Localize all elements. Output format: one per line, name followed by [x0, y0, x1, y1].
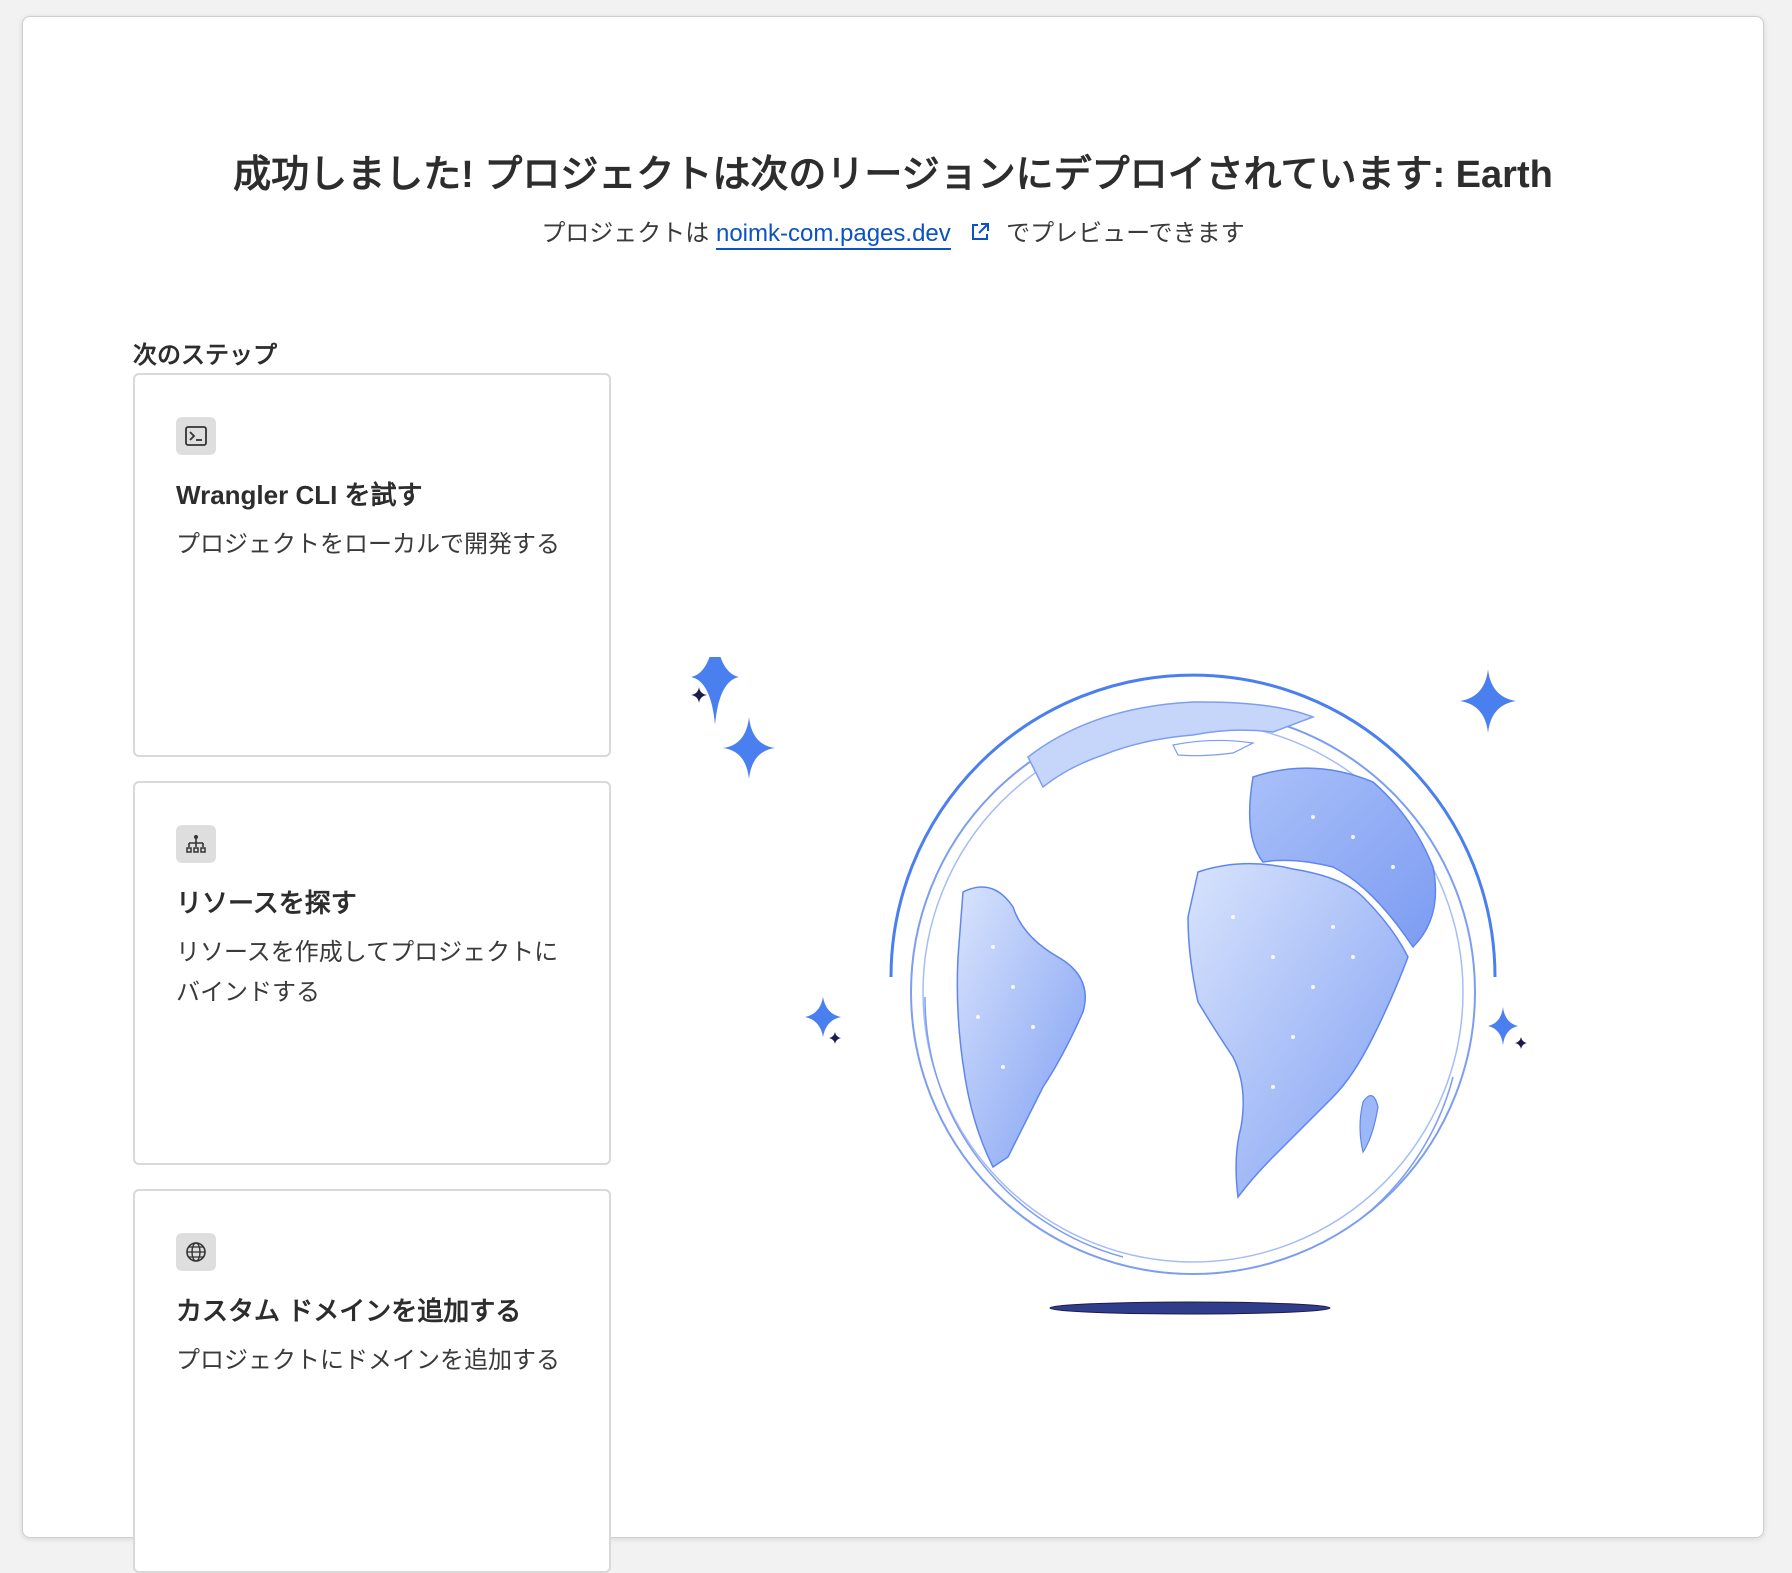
next-steps-heading: 次のステップ — [133, 342, 277, 369]
subtitle-suffix: でプレビューできます — [1006, 220, 1245, 247]
card-description: プロジェクトにドメインを追加する — [176, 1347, 560, 1374]
card-description: リソースを作成してプロジェクトにバインドする — [176, 939, 559, 1006]
page-title: 成功しました! プロジェクトは次のリージョンにデプロイされています: Earth — [233, 154, 1553, 196]
card-wrangler-cli[interactable]: Wrangler CLI を試す プロジェクトをローカルで開発する — [133, 373, 611, 757]
card-title: リソースを探す — [176, 888, 357, 918]
sitemap-icon — [176, 825, 216, 863]
preview-link[interactable]: noimk-com.pages.dev — [715, 220, 951, 250]
globe-icon — [176, 1233, 216, 1271]
card-custom-domain[interactable]: カスタム ドメインを追加する プロジェクトにドメインを追加する — [133, 1189, 611, 1573]
card-title: Wrangler CLI を試す — [176, 480, 423, 510]
success-panel: 成功しました! プロジェクトは次のリージョンにデプロイされています: Earth… — [22, 16, 1764, 1573]
terminal-icon — [176, 417, 216, 455]
subtitle-prefix: プロジェクトは — [541, 220, 710, 247]
card-description: プロジェクトをローカルで開発する — [176, 531, 560, 558]
preview-subtitle: プロジェクトは noimk-com.pages.dev でプレビューできます — [23, 213, 1763, 250]
card-title: カスタム ドメインを追加する — [176, 1296, 522, 1326]
card-explore-resources[interactable]: リソースを探す リソースを作成してプロジェクトにバインドする — [133, 781, 611, 1165]
earth-illustration — [615, 629, 1693, 1347]
external-link-icon[interactable] — [969, 221, 991, 250]
